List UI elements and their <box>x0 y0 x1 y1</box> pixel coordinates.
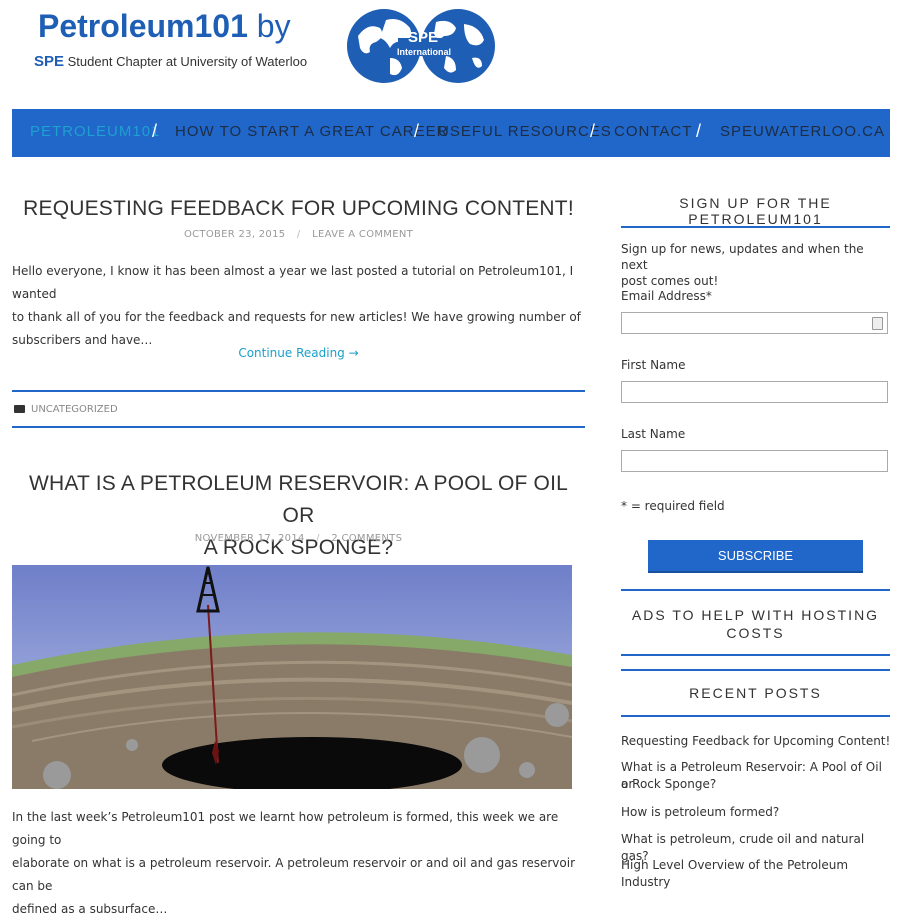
recent-post-link[interactable]: Requesting Feedback for Upcoming Content… <box>621 733 891 750</box>
ads-heading: ADS TO HELP WITH HOSTING COSTS <box>621 606 890 642</box>
contact-card-icon <box>872 317 883 330</box>
folder-icon <box>14 405 25 413</box>
reservoir-illustration[interactable] <box>11 565 573 793</box>
nav-separator: / <box>590 121 596 141</box>
meta-separator: / <box>296 229 301 240</box>
nav-item-speuwaterloo[interactable]: SPEUWATERLOO.CA <box>720 123 885 140</box>
signup-text-line: post comes out! <box>621 274 719 288</box>
post-excerpt: Hello everyone, I know it has been almos… <box>12 260 585 352</box>
signup-heading: SIGN UP FOR THE PETROLEUM101 <box>679 195 832 227</box>
divider <box>621 589 890 591</box>
first-name-label: First Name <box>621 358 686 372</box>
email-label: Email Address* <box>621 289 712 303</box>
recent-posts-heading: RECENT POSTS <box>689 685 822 701</box>
nav-item-contact[interactable]: CONTACT <box>614 123 692 140</box>
post-title[interactable]: REQUESTING FEEDBACK FOR UPCOMING CONTENT… <box>12 197 585 221</box>
nav-separator: / <box>152 121 158 141</box>
post-excerpt: In the last week’s Petroleum101 post we … <box>12 806 585 921</box>
excerpt-line: Hello everyone, I know it has been almos… <box>12 264 574 301</box>
site-subtitle: SPE Student Chapter at University of Wat… <box>34 53 307 70</box>
subtitle-text: Student Chapter at University of Waterlo… <box>67 54 308 69</box>
divider <box>12 390 585 392</box>
last-name-label: Last Name <box>621 427 686 441</box>
post-date[interactable]: NOVEMBER 17, 2014 <box>195 533 305 544</box>
main-nav: PETROLEUM101 / HOW TO START A GREAT CARE… <box>12 109 890 157</box>
site-title-text: Petroleum101 <box>38 8 248 44</box>
signup-text: Sign up for news, updates and when the n… <box>621 241 890 289</box>
globe-line2: International <box>396 47 451 57</box>
spe-globe-logo: SPE International <box>346 6 496 86</box>
category-link[interactable]: UNCATEGORIZED <box>31 404 118 415</box>
last-name-field[interactable] <box>621 450 888 472</box>
signup-text-line: Sign up for news, updates and when the n… <box>621 242 864 272</box>
nav-separator: / <box>414 121 420 141</box>
divider <box>621 669 890 671</box>
ads-heading-line: ADS TO HELP WITH HOSTING <box>631 607 880 623</box>
continue-reading-link[interactable]: Continue Reading → <box>12 346 585 360</box>
excerpt-line: elaborate on what is a petroleum reservo… <box>12 856 576 893</box>
excerpt-line: defined as a subsurface… <box>12 902 168 916</box>
excerpt-line: to thank all of you for the feedback and… <box>12 310 581 324</box>
recent-post-link[interactable]: How is petroleum formed? <box>621 804 891 821</box>
divider <box>621 654 890 656</box>
first-name-field[interactable] <box>621 381 888 403</box>
nav-item-career[interactable]: HOW TO START A GREAT CAREER <box>175 123 448 140</box>
subscribe-button[interactable]: SUBSCRIBE <box>648 540 863 573</box>
post-comments-link[interactable]: 2 COMMENTS <box>331 533 402 544</box>
site-title[interactable]: Petroleum101 by <box>38 8 291 45</box>
nav-item-petroleum101[interactable]: PETROLEUM101 <box>30 123 160 140</box>
post-title-line: WHAT IS A PETROLEUM RESERVOIR: A POOL OF… <box>29 472 568 527</box>
divider <box>12 426 585 428</box>
nav-item-resources[interactable]: USEFUL RESOURCES <box>438 123 612 140</box>
site-title-by: by <box>256 8 291 44</box>
post-comments-link[interactable]: LEAVE A COMMENT <box>312 229 413 240</box>
subtitle-prefix: SPE <box>34 53 65 70</box>
divider <box>621 715 890 717</box>
meta-separator: / <box>316 533 320 544</box>
nav-separator: / <box>696 121 702 141</box>
post-meta: NOVEMBER 17, 2014 / 2 COMMENTS <box>12 533 585 544</box>
recent-post-link[interactable]: a Rock Sponge? <box>621 776 891 793</box>
divider <box>621 226 890 228</box>
globe-line1: SPE <box>407 29 438 46</box>
recent-post-link[interactable]: High Level Overview of the Petroleum Ind… <box>621 857 891 891</box>
email-field[interactable] <box>621 312 888 334</box>
ads-heading-line: COSTS <box>726 625 785 641</box>
post-meta: OCTOBER 23, 2015 / LEAVE A COMMENT <box>12 229 585 240</box>
required-note: * = required field <box>621 499 725 513</box>
post-category: UNCATEGORIZED <box>14 404 118 415</box>
excerpt-line: In the last week’s Petroleum101 post we … <box>12 810 559 847</box>
post-date[interactable]: OCTOBER 23, 2015 <box>184 229 285 240</box>
post-title[interactable]: WHAT IS A PETROLEUM RESERVOIR: A POOL OF… <box>12 468 585 564</box>
